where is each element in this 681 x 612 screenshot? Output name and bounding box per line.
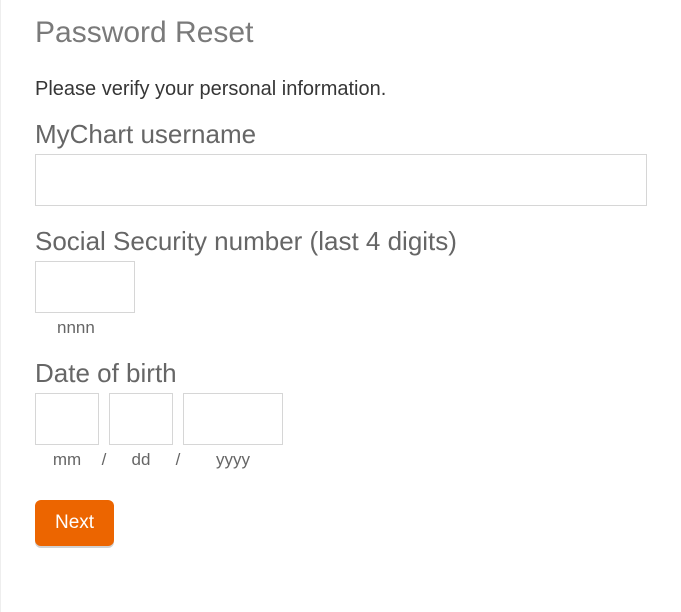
username-field-group: MyChart username: [35, 119, 647, 206]
dob-format-hint-row: mm / dd / yyyy: [35, 450, 647, 470]
username-label: MyChart username: [35, 119, 647, 150]
verify-instruction: Please verify your personal information.: [35, 78, 647, 101]
ssn-label: Social Security number (last 4 digits): [35, 226, 647, 257]
dob-inputs-row: [35, 393, 647, 445]
ssn-field-group: Social Security number (last 4 digits) n…: [35, 226, 647, 338]
dob-field-group: Date of birth mm / dd / yyyy: [35, 358, 647, 470]
ssn-format-hint: nnnn: [35, 318, 647, 338]
dob-separator: /: [99, 450, 109, 470]
dob-month-hint: mm: [35, 450, 99, 470]
dob-year-input[interactable]: [183, 393, 283, 445]
ssn-last4-input[interactable]: [35, 261, 135, 313]
dob-year-hint: yyyy: [183, 450, 283, 470]
page-title: Password Reset: [35, 16, 647, 50]
action-row: Next: [35, 500, 647, 546]
dob-day-input[interactable]: [109, 393, 173, 445]
dob-separator: /: [173, 450, 183, 470]
next-button[interactable]: Next: [35, 500, 114, 546]
dob-label: Date of birth: [35, 358, 647, 389]
dob-day-hint: dd: [109, 450, 173, 470]
dob-month-input[interactable]: [35, 393, 99, 445]
username-input[interactable]: [35, 154, 647, 206]
